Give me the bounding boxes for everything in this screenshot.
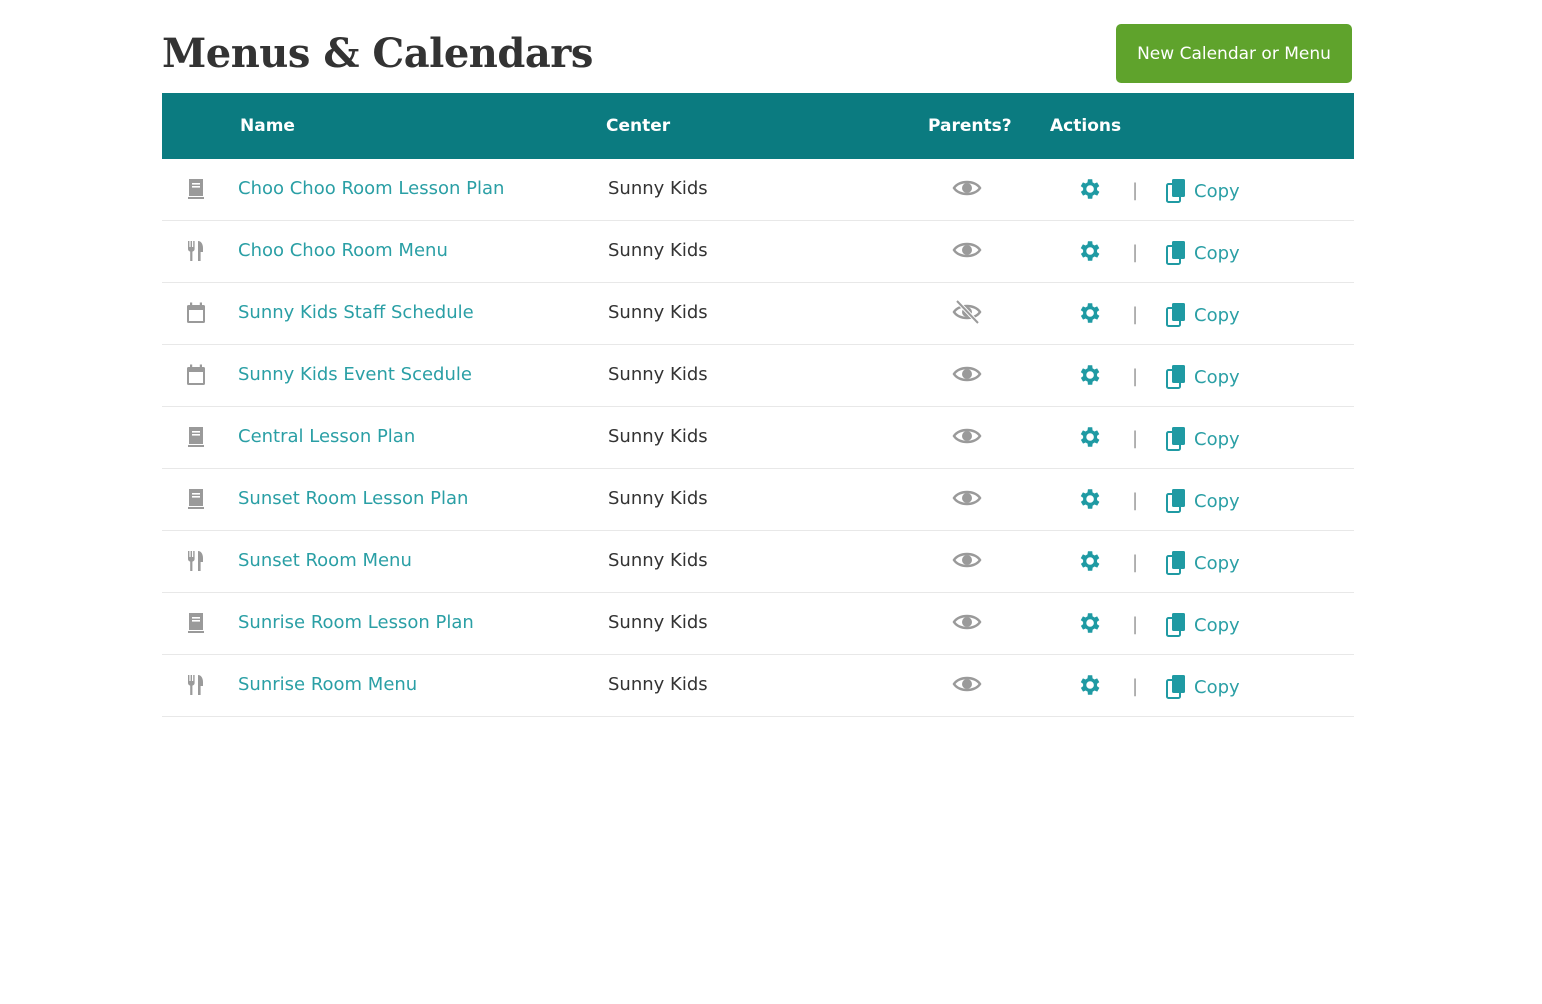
copy-link[interactable]: Copy — [1166, 176, 1240, 206]
action-separator: | — [1132, 428, 1139, 449]
center-name: Sunny Kids — [608, 178, 708, 199]
calendar-name-link[interactable]: Choo Choo Room Lesson Plan — [238, 159, 504, 219]
copy-icon — [1166, 302, 1188, 328]
eye-icon[interactable] — [952, 362, 982, 386]
copy-icon — [1166, 364, 1188, 390]
column-header-actions: Actions — [1050, 116, 1122, 136]
calendar-name-link[interactable]: Sunny Kids Staff Schedule — [238, 283, 474, 343]
gear-icon[interactable] — [1076, 300, 1102, 326]
table-row: Choo Choo Room Lesson Plan Sunny Kids | Cop… — [162, 159, 1354, 221]
gear-icon[interactable] — [1076, 610, 1102, 636]
calendar-name-link[interactable]: Sunset Room Menu — [238, 531, 412, 591]
column-header-center: Center — [606, 116, 671, 136]
copy-icon — [1166, 488, 1188, 514]
action-separator: | — [1132, 242, 1139, 263]
menu-icon — [184, 239, 208, 263]
action-separator: | — [1132, 614, 1139, 635]
gear-icon[interactable] — [1076, 362, 1102, 388]
action-separator: | — [1132, 366, 1139, 387]
action-separator: | — [1132, 304, 1139, 325]
copy-icon — [1166, 550, 1188, 576]
copy-link[interactable]: Copy — [1166, 548, 1240, 578]
table-body: Choo Choo Room Lesson Plan Sunny Kids | Cop… — [162, 159, 1354, 717]
copy-link[interactable]: Copy — [1166, 610, 1240, 640]
copy-label: Copy — [1194, 614, 1240, 636]
calendar-name-link[interactable]: Central Lesson Plan — [238, 407, 415, 467]
lesson-plan-icon — [184, 425, 208, 449]
calendars-table: Name Center Parents? Actions Choo Choo R… — [162, 93, 1354, 717]
column-header-name: Name — [240, 116, 295, 136]
table-row: Sunrise Room Menu Sunny Kids | Copy — [162, 655, 1354, 717]
gear-icon[interactable] — [1076, 486, 1102, 512]
copy-icon — [1166, 612, 1188, 638]
table-row: Sunrise Room Lesson Plan Sunny Kids | Copy — [162, 593, 1354, 655]
menu-icon — [184, 549, 208, 573]
copy-icon — [1166, 240, 1188, 266]
menu-icon — [184, 673, 208, 697]
calendar-name-link[interactable]: Sunny Kids Event Scedule — [238, 345, 472, 405]
copy-icon — [1166, 674, 1188, 700]
action-separator: | — [1132, 180, 1139, 201]
center-name: Sunny Kids — [608, 612, 708, 633]
gear-icon[interactable] — [1076, 238, 1102, 264]
center-name: Sunny Kids — [608, 302, 708, 323]
table-row: Sunset Room Lesson Plan Sunny Kids | Copy — [162, 469, 1354, 531]
lesson-plan-icon — [184, 487, 208, 511]
copy-link[interactable]: Copy — [1166, 672, 1240, 702]
lesson-plan-icon — [184, 611, 208, 635]
copy-icon — [1166, 178, 1188, 204]
copy-label: Copy — [1194, 366, 1240, 388]
copy-link[interactable]: Copy — [1166, 362, 1240, 392]
eye-icon[interactable] — [952, 672, 982, 696]
calendar-icon — [184, 301, 208, 325]
calendar-name-link[interactable]: Sunrise Room Menu — [238, 655, 417, 715]
center-name: Sunny Kids — [608, 674, 708, 695]
table-header: Name Center Parents? Actions — [162, 93, 1354, 159]
copy-label: Copy — [1194, 304, 1240, 326]
table-row: Sunset Room Menu Sunny Kids | Copy — [162, 531, 1354, 593]
calendar-name-link[interactable]: Choo Choo Room Menu — [238, 221, 448, 281]
gear-icon[interactable] — [1076, 672, 1102, 698]
eye-icon[interactable] — [952, 610, 982, 634]
calendar-name-link[interactable]: Sunrise Room Lesson Plan — [238, 593, 474, 653]
center-name: Sunny Kids — [608, 364, 708, 385]
page-title: Menus & Calendars — [162, 30, 593, 77]
table-row: Central Lesson Plan Sunny Kids | Copy — [162, 407, 1354, 469]
action-separator: | — [1132, 552, 1139, 573]
copy-link[interactable]: Copy — [1166, 238, 1240, 268]
table-row: Sunny Kids Staff Schedule Sunny Kids | Copy — [162, 283, 1354, 345]
gear-icon[interactable] — [1076, 424, 1102, 450]
eye-icon[interactable] — [952, 548, 982, 572]
copy-link[interactable]: Copy — [1166, 300, 1240, 330]
center-name: Sunny Kids — [608, 550, 708, 571]
lesson-plan-icon — [184, 177, 208, 201]
copy-label: Copy — [1194, 180, 1240, 202]
copy-label: Copy — [1194, 428, 1240, 450]
copy-icon — [1166, 426, 1188, 452]
copy-label: Copy — [1194, 242, 1240, 264]
eye-icon[interactable] — [952, 486, 982, 510]
action-separator: | — [1132, 490, 1139, 511]
center-name: Sunny Kids — [608, 240, 708, 261]
eye-icon[interactable] — [952, 176, 982, 200]
copy-link[interactable]: Copy — [1166, 424, 1240, 454]
calendar-icon — [184, 363, 208, 387]
eye-icon[interactable] — [952, 238, 982, 262]
center-name: Sunny Kids — [608, 488, 708, 509]
copy-link[interactable]: Copy — [1166, 486, 1240, 516]
copy-label: Copy — [1194, 552, 1240, 574]
copy-label: Copy — [1194, 490, 1240, 512]
table-row: Sunny Kids Event Scedule Sunny Kids | Copy — [162, 345, 1354, 407]
table-row: Choo Choo Room Menu Sunny Kids | Copy — [162, 221, 1354, 283]
column-header-parents: Parents? — [928, 116, 1012, 136]
gear-icon[interactable] — [1076, 548, 1102, 574]
eye-icon[interactable] — [952, 424, 982, 448]
gear-icon[interactable] — [1076, 176, 1102, 202]
copy-label: Copy — [1194, 676, 1240, 698]
calendar-name-link[interactable]: Sunset Room Lesson Plan — [238, 469, 468, 529]
center-name: Sunny Kids — [608, 426, 708, 447]
new-calendar-or-menu-button[interactable]: New Calendar or Menu — [1116, 24, 1352, 83]
action-separator: | — [1132, 676, 1139, 697]
eye-off-icon[interactable] — [952, 299, 982, 325]
